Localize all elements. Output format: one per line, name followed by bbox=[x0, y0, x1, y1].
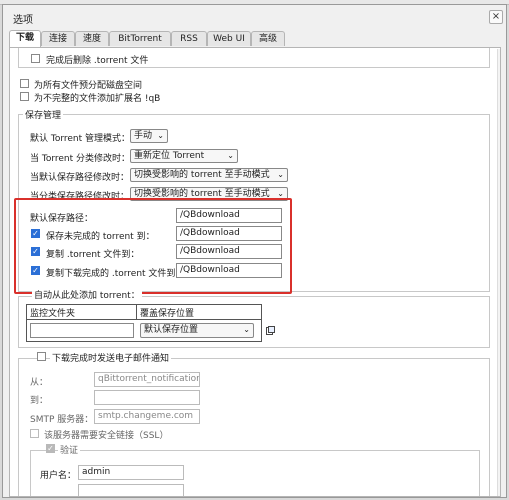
tab-speed[interactable]: 速度 bbox=[75, 31, 109, 46]
tab-connection[interactable]: 连接 bbox=[41, 31, 75, 46]
auth-checkbox[interactable]: ✓ bbox=[46, 444, 55, 453]
torrent-mode-select[interactable]: 手动 ⌄ bbox=[130, 129, 168, 143]
options-dialog: 选项 × 下载 连接 速度 BitTorrent RSS Web UI 高级 ▲… bbox=[2, 4, 507, 498]
smtp-label: SMTP 服务器： bbox=[30, 415, 94, 425]
username-input[interactable]: admin bbox=[78, 465, 184, 480]
ssl-checkbox[interactable] bbox=[30, 429, 39, 438]
tab-rss[interactable]: RSS bbox=[171, 31, 207, 46]
email-legend: 下载完成时发送电子邮件通知 bbox=[50, 351, 172, 364]
tab-downloads[interactable]: 下载 bbox=[9, 30, 41, 47]
category-change-value: 重新定位 Torrent bbox=[134, 151, 205, 161]
override-location-header: 覆盖保存位置 bbox=[140, 309, 195, 319]
tab-advanced[interactable]: 高级 bbox=[251, 31, 285, 46]
torrent-mode-label: 默认 Torrent 管理模式： bbox=[30, 134, 131, 144]
username-label: 用户名： bbox=[40, 471, 77, 481]
downloads-panel: ▲ ▼ 完成后删除 .torrent 文件 为所有文件预分配磁盘空间 为不完整的… bbox=[9, 47, 501, 497]
default-path-change-label: 当默认保存路径修改时： bbox=[30, 173, 130, 183]
save-management-legend: 保存管理 bbox=[23, 108, 64, 121]
close-icon[interactable]: × bbox=[489, 10, 503, 24]
watch-folder-header: 监控文件夹 bbox=[30, 309, 76, 319]
chevron-down-icon: ⌄ bbox=[227, 151, 234, 160]
default-path-change-value: 切换受影响的 torrent 至手动模式 bbox=[134, 170, 270, 180]
highlight-box bbox=[14, 198, 292, 294]
preallocate-label: 为所有文件预分配磁盘空间 bbox=[34, 81, 143, 91]
override-location-value: 默认保存位置 bbox=[144, 325, 199, 335]
chevron-down-icon: ⌄ bbox=[277, 170, 284, 179]
watch-folder-input[interactable] bbox=[30, 323, 134, 338]
tab-webui[interactable]: Web UI bbox=[207, 31, 251, 46]
smtp-input[interactable]: smtp.changeme.com bbox=[94, 409, 200, 424]
preallocate-checkbox[interactable] bbox=[20, 79, 29, 88]
column-divider bbox=[136, 305, 137, 319]
tab-bittorrent[interactable]: BitTorrent bbox=[109, 31, 171, 46]
watch-folder-table: 监控文件夹 覆盖保存位置 默认保存位置 ⌄ bbox=[26, 304, 262, 342]
from-input[interactable]: qBittorrent_notification@ bbox=[94, 372, 200, 387]
email-notify-checkbox[interactable] bbox=[37, 352, 46, 361]
autoadd-legend: 自动从此处添加 torrent： bbox=[32, 288, 142, 301]
chevron-down-icon: ⌄ bbox=[243, 325, 250, 334]
override-location-select[interactable]: 默认保存位置 ⌄ bbox=[140, 323, 254, 338]
delete-torrent-checkbox[interactable] bbox=[31, 54, 40, 63]
to-input[interactable] bbox=[94, 390, 200, 405]
delete-torrent-label: 完成后删除 .torrent 文件 bbox=[46, 56, 149, 66]
chevron-down-icon: ⌄ bbox=[157, 131, 164, 140]
header-divider bbox=[27, 319, 261, 320]
auth-legend: 验证 bbox=[58, 443, 81, 456]
to-label: 到： bbox=[30, 396, 49, 406]
password-input[interactable] bbox=[78, 484, 184, 496]
add-folder-icon[interactable] bbox=[266, 326, 275, 335]
category-change-label: 当 Torrent 分类修改时： bbox=[30, 154, 131, 164]
torrent-mode-value: 手动 bbox=[134, 131, 153, 141]
dialog-title: 选项 bbox=[13, 15, 33, 26]
append-qb-checkbox[interactable] bbox=[20, 92, 29, 101]
from-label: 从： bbox=[30, 378, 49, 388]
append-qb-label: 为不完整的文件添加扩展名 !qB bbox=[34, 94, 161, 104]
category-change-select[interactable]: 重新定位 Torrent ⌄ bbox=[130, 149, 238, 163]
title-bar: 选项 × bbox=[3, 5, 506, 27]
default-path-change-select[interactable]: 切换受影响的 torrent 至手动模式 ⌄ bbox=[130, 168, 288, 182]
vertical-scrollbar[interactable]: ▲ ▼ bbox=[497, 49, 500, 496]
ssl-label: 该服务器需要安全链接（SSL） bbox=[44, 431, 169, 441]
